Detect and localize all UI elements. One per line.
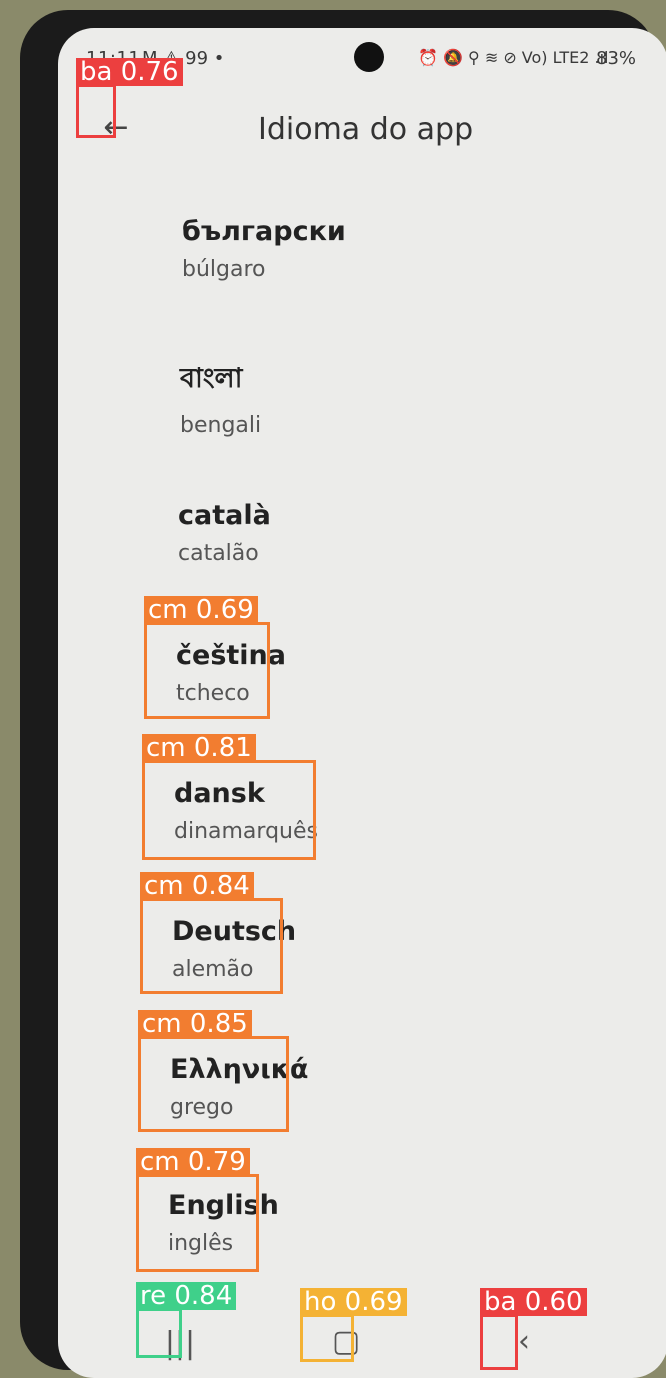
- battery-level: 83%: [596, 48, 637, 69]
- language-translated-name: bengali: [180, 413, 262, 438]
- detection-box-german: [140, 898, 283, 994]
- app-bar: ← Idioma do app: [58, 98, 666, 158]
- detection-box-czech: [144, 622, 270, 719]
- page-title: Idioma do app: [258, 112, 474, 147]
- language-translated-name: catalão: [178, 541, 259, 566]
- phone-frame: 11:11 M ⚠ 99 • ⏰ 🔕 ⚲ ≋ ⊘ Vo) LTE2 .ıl 83…: [20, 10, 666, 1378]
- detection-box-back: [76, 84, 116, 138]
- language-item-bulgarian[interactable]: български búlgaro: [182, 216, 346, 282]
- detection-label: re 0.84: [136, 1282, 237, 1310]
- language-item-catalan[interactable]: català catalão: [178, 500, 271, 566]
- detection-label: cm 0.85: [138, 1010, 252, 1038]
- detection-label: cm 0.81: [142, 734, 256, 762]
- detection-box-home: [300, 1314, 354, 1362]
- language-native-name: български: [182, 216, 346, 247]
- detection-label: cm 0.84: [140, 872, 254, 900]
- detection-label: ba 0.60: [480, 1288, 587, 1316]
- language-item-bengali[interactable]: বাংলা bengali: [180, 358, 261, 438]
- detection-box-english: [136, 1174, 259, 1272]
- language-native-name: বাংলা: [180, 363, 243, 394]
- detection-label: cm 0.79: [136, 1148, 250, 1176]
- detection-box-nav-back: [480, 1314, 518, 1370]
- detection-label: cm 0.69: [144, 596, 258, 624]
- camera-cutout: [354, 42, 384, 72]
- detection-label: ba 0.76: [76, 58, 183, 86]
- detection-label: ho 0.69: [300, 1288, 407, 1316]
- detection-box-greek: [138, 1036, 289, 1132]
- status-icons: ⏰ 🔕 ⚲ ≋ ⊘ Vo) LTE2 .ıl: [418, 48, 609, 67]
- language-native-name: català: [178, 500, 271, 531]
- detection-box-recents: [136, 1308, 182, 1358]
- detection-box-danish: [142, 760, 316, 860]
- language-translated-name: búlgaro: [182, 257, 266, 282]
